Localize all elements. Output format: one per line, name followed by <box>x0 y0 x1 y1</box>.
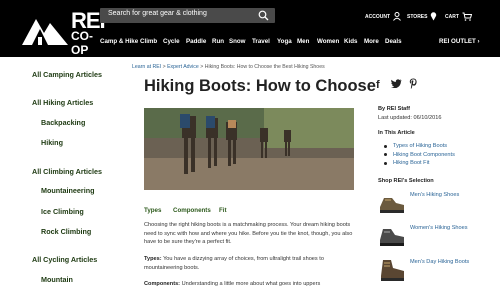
sidebar-item-rock-climbing[interactable]: Rock Climbing <box>41 227 91 236</box>
chevron-right-icon: › <box>477 38 480 45</box>
nav-yoga[interactable]: Yoga <box>277 38 292 45</box>
nav-kids[interactable]: Kids <box>344 38 357 45</box>
nav-deals[interactable]: Deals <box>385 38 402 45</box>
nav-cycle[interactable]: Cycle <box>163 38 180 45</box>
toc-item-fit[interactable]: Hiking Boot Fit <box>384 159 455 168</box>
sidebar-item-mountaineering[interactable]: Mountaineering <box>41 186 95 195</box>
twitter-bird-icon <box>391 79 402 89</box>
main-nav: Camp & Hike Climb Cycle Paddle Run Snow … <box>0 38 500 50</box>
boot-image <box>381 260 404 281</box>
components-text: Understanding a little more about what g… <box>181 281 321 287</box>
breadcrumb-current: Hiking Boots: How to Choose the Best Hik… <box>204 64 325 70</box>
breadcrumb-learn[interactable]: Learn at REI <box>132 64 161 70</box>
location-pin-icon <box>431 12 437 21</box>
toc-list: Types of Hiking Boots Hiking Boot Compon… <box>384 142 455 168</box>
sidebar-item-hiking[interactable]: Hiking <box>41 138 63 147</box>
shop-heading: Shop REI's Selection <box>378 178 434 184</box>
sidebar-item-all-cycling[interactable]: All Cycling Articles <box>32 255 97 264</box>
facebook-icon[interactable]: f <box>376 79 380 91</box>
author-byline: By REI Staff <box>378 106 411 112</box>
nav-climb[interactable]: Climb <box>140 38 157 45</box>
tab-components[interactable]: Components <box>173 207 211 214</box>
types-text: You have a dizzying array of choices, fr… <box>144 256 324 271</box>
nav-women[interactable]: Women <box>317 38 339 45</box>
sidebar-item-mountain[interactable]: Mountain <box>41 275 73 284</box>
cart-icon <box>462 12 472 21</box>
sidebar-item-all-climbing[interactable]: All Climbing Articles <box>32 167 102 176</box>
types-paragraph: Types: You have a dizzying array of choi… <box>144 255 354 272</box>
shoe-image <box>380 229 404 246</box>
outlet-label: REI OUTLET <box>439 38 476 45</box>
components-paragraph: Components: Understanding a little more … <box>144 280 354 289</box>
sidebar-item-all-hiking[interactable]: All Hiking Articles <box>32 98 93 107</box>
nav-men[interactable]: Men <box>297 38 309 45</box>
hero-image <box>144 108 354 190</box>
shoe-image <box>380 198 404 213</box>
breadcrumb: Learn at REI > Expert Advice > Hiking Bo… <box>132 64 325 70</box>
breadcrumb-expert-advice[interactable]: Expert Advice <box>167 64 199 70</box>
product-name[interactable]: Men's Day Hiking Boots <box>410 258 480 266</box>
breadcrumb-separator: > <box>162 64 166 70</box>
intro-paragraph: Choosing the right hiking boots is a mat… <box>144 222 353 246</box>
tab-types[interactable]: Types <box>144 207 161 214</box>
page-title: Hiking Boots: How to Choose <box>144 77 376 95</box>
sidebar-item-all-camping[interactable]: All Camping Articles <box>32 70 102 79</box>
last-updated: Last updated: 06/10/2016 <box>378 115 442 121</box>
nav-camp-hike[interactable]: Camp & Hike <box>100 38 138 45</box>
breadcrumb-separator: > <box>200 64 204 70</box>
types-label: Types: <box>144 256 162 262</box>
nav-rei-outlet[interactable]: REI OUTLET › <box>439 38 480 45</box>
nav-snow[interactable]: Snow <box>229 38 246 45</box>
product-name[interactable]: Men's Hiking Shoes <box>410 191 480 199</box>
toc-item-types[interactable]: Types of Hiking Boots <box>384 142 455 151</box>
sidebar-item-backpacking[interactable]: Backpacking <box>41 118 85 127</box>
cart-link[interactable]: CART <box>445 12 472 21</box>
pinterest-p-icon <box>409 78 417 89</box>
user-icon <box>393 12 401 21</box>
product-name[interactable]: Women's Hiking Shoes <box>410 224 480 232</box>
cart-label: CART <box>445 13 459 20</box>
site-header: REI CO-OP Search for great gear & clothi… <box>0 0 500 57</box>
toc-heading: In This Article <box>378 130 415 136</box>
nav-run[interactable]: Run <box>212 38 224 45</box>
stores-link[interactable]: STORES <box>407 12 437 21</box>
search-icon[interactable] <box>258 10 269 21</box>
product-mens-hiking-shoes[interactable]: Men's Hiking Shoes <box>378 191 488 219</box>
account-link[interactable]: ACCOUNT <box>365 12 401 21</box>
pinterest-icon[interactable] <box>409 78 418 92</box>
nav-paddle[interactable]: Paddle <box>186 38 206 45</box>
components-label: Components: <box>144 281 181 287</box>
product-mens-day-hiking-boots[interactable]: Men's Day Hiking Boots <box>378 258 488 286</box>
nav-travel[interactable]: Travel <box>252 38 270 45</box>
stores-label: STORES <box>407 13 428 20</box>
toc-item-components[interactable]: Hiking Boot Components <box>384 151 455 160</box>
tab-fit[interactable]: Fit <box>219 207 227 214</box>
account-label: ACCOUNT <box>365 13 390 20</box>
sidebar-item-ice-climbing[interactable]: Ice Climbing <box>41 207 84 216</box>
search-placeholder: Search for great gear & clothing <box>108 10 207 17</box>
search-input[interactable]: Search for great gear & clothing <box>100 8 275 23</box>
product-womens-hiking-shoes[interactable]: Women's Hiking Shoes <box>378 224 488 252</box>
nav-more[interactable]: More <box>364 38 379 45</box>
twitter-icon[interactable] <box>391 79 402 91</box>
